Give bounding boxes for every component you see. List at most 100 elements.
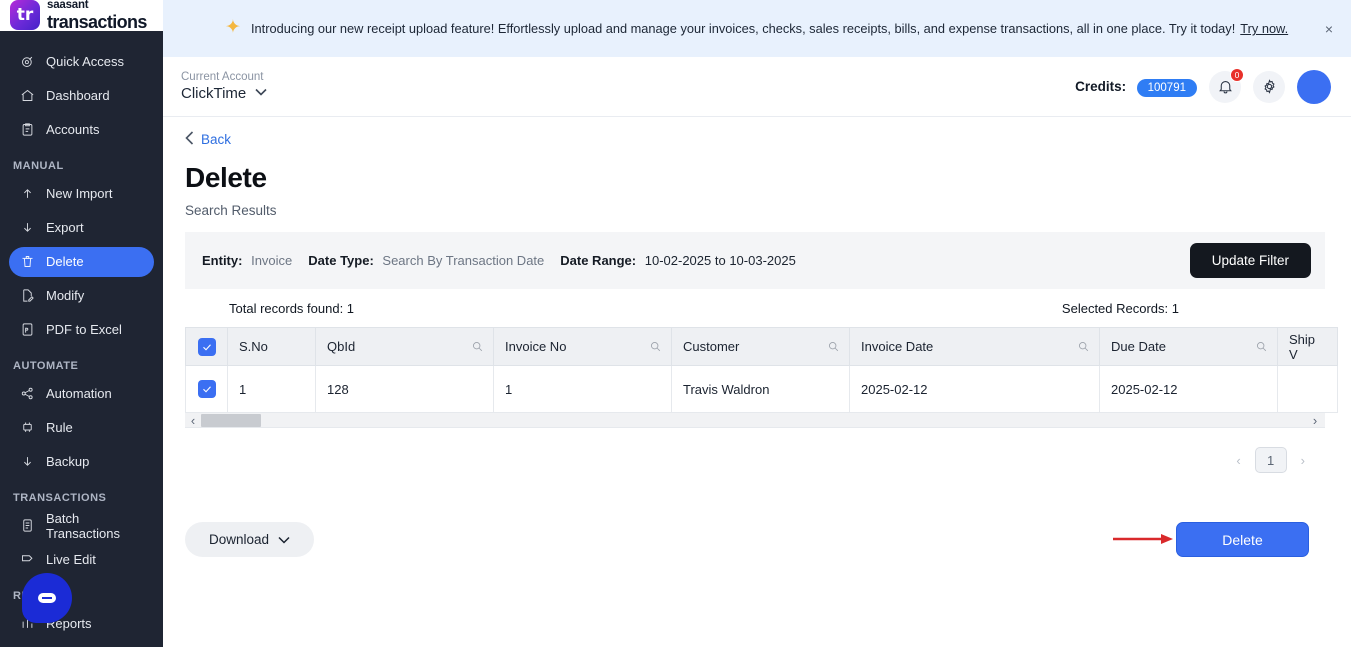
account-name-text: ClickTime: [181, 84, 247, 102]
chat-support-button[interactable]: [22, 573, 72, 623]
settings-button[interactable]: [1253, 70, 1285, 103]
sidebar: tr saasant transactions Quick Access Das…: [0, 0, 163, 647]
brand-text: saasant transactions: [47, 0, 147, 31]
table-header-row: S.No QbId Invoice No Customer Invoice Da…: [185, 327, 1338, 366]
table-horizontal-scrollbar[interactable]: ‹ ›: [185, 413, 1325, 428]
cell-due-date: 2025-02-12: [1099, 365, 1278, 413]
sidebar-item-pdf-to-excel[interactable]: PDF to Excel: [9, 315, 154, 345]
sidebar-item-export[interactable]: Export: [9, 213, 154, 243]
sidebar-item-batch-transactions[interactable]: Batch Transactions: [9, 511, 154, 541]
row-select-cell[interactable]: [185, 365, 228, 413]
clipboard-icon: [20, 122, 35, 137]
column-header-invoice-date[interactable]: Invoice Date: [849, 327, 1100, 366]
pencil-line-icon: [20, 552, 35, 567]
sidebar-item-live-edit[interactable]: Live Edit: [9, 545, 154, 575]
bell-icon: [1218, 81, 1232, 94]
column-header-ship-via[interactable]: Ship V: [1277, 327, 1338, 366]
pagination-next[interactable]: ›: [1297, 451, 1309, 470]
cell-customer: Travis Waldron: [671, 365, 850, 413]
column-label: QbId: [327, 339, 356, 354]
user-avatar[interactable]: [1297, 69, 1331, 104]
filter-date-type: Date Type: Search By Transaction Date: [308, 253, 544, 268]
sidebar-item-dashboard[interactable]: Dashboard: [9, 81, 154, 111]
sidebar-item-label: Dashboard: [46, 88, 110, 103]
pagination-page-1[interactable]: 1: [1254, 447, 1287, 473]
chat-icon: [38, 593, 56, 603]
sidebar-item-label: Export: [46, 220, 84, 235]
search-icon[interactable]: [1255, 340, 1268, 356]
column-label: Customer: [683, 339, 740, 354]
promo-try-now-link[interactable]: Try now.: [1240, 21, 1288, 36]
update-filter-button[interactable]: Update Filter: [1189, 243, 1311, 278]
back-button[interactable]: Back: [185, 131, 1325, 148]
column-label: Ship V: [1289, 331, 1316, 362]
scrollbar-thumb[interactable]: [201, 413, 261, 427]
search-icon[interactable]: [649, 340, 662, 356]
brand-name-bottom: transactions: [47, 11, 147, 32]
filter-entity: Entity: Invoice: [202, 253, 292, 268]
sidebar-item-automation[interactable]: Automation: [9, 379, 154, 409]
sidebar-item-rule[interactable]: Rule: [9, 413, 154, 443]
sidebar-item-label: PDF to Excel: [46, 322, 122, 337]
filter-entity-key: Entity:: [202, 253, 243, 268]
column-header-due-date[interactable]: Due Date: [1099, 327, 1278, 366]
sidebar-item-label: Live Edit: [46, 552, 96, 567]
filter-date-type-value: Search By Transaction Date: [382, 253, 545, 268]
download-button[interactable]: Download: [185, 522, 315, 557]
cell-ship-via: [1277, 365, 1338, 413]
column-label: Due Date: [1111, 339, 1166, 354]
sidebar-item-new-import[interactable]: New Import: [9, 179, 154, 209]
column-label: S.No: [239, 339, 268, 354]
cell-sno: 1: [227, 365, 316, 413]
select-all-checkbox[interactable]: [197, 337, 216, 356]
sidebar-item-modify[interactable]: Modify: [9, 281, 154, 311]
search-icon[interactable]: [827, 340, 840, 356]
filter-date-range: Date Range: 10-02-2025 to 10-03-2025: [560, 253, 796, 268]
credits-label: Credits:: [1075, 78, 1127, 94]
sidebar-item-account-summary[interactable]: Account Summary: [9, 643, 154, 647]
row-checkbox[interactable]: [197, 380, 216, 398]
current-account-value[interactable]: ClickTime: [181, 85, 267, 102]
close-icon[interactable]: ×: [1321, 21, 1337, 37]
results-table: S.No QbId Invoice No Customer Invoice Da…: [185, 327, 1338, 413]
scroll-left-arrow[interactable]: ‹: [185, 413, 201, 428]
download-icon: [20, 220, 35, 235]
page-content: Back Delete Search Results Entity: Invoi…: [163, 117, 1351, 647]
column-header-customer[interactable]: Customer: [671, 327, 850, 366]
search-icon[interactable]: [1077, 340, 1090, 356]
sidebar-item-label: New Import: [46, 186, 113, 201]
record-counts: Total records found: 1 Selected Records:…: [185, 289, 1325, 327]
sidebar-item-backup[interactable]: Backup: [9, 447, 154, 477]
table-row[interactable]: 1 128 1 Travis Waldron 2025-02-12 2025-0…: [185, 365, 1338, 413]
brand-name-top: saasant: [47, 0, 89, 11]
chevron-down-icon: [255, 87, 267, 99]
notifications-button[interactable]: 0: [1209, 67, 1244, 103]
column-header-qbid[interactable]: QbId: [315, 327, 494, 366]
credits-display: Credits: 100791: [1075, 78, 1197, 97]
sidebar-item-accounts[interactable]: Accounts: [9, 115, 154, 145]
results-table-wrapper: S.No QbId Invoice No Customer Invoice Da…: [185, 327, 1338, 428]
page-title: Delete: [185, 162, 267, 193]
document-icon: [20, 518, 35, 533]
sidebar-item-quick-access[interactable]: Quick Access: [9, 47, 154, 77]
check-icon: [202, 343, 211, 351]
pagination-prev[interactable]: ‹: [1232, 451, 1244, 470]
scroll-right-arrow[interactable]: ›: [1307, 413, 1323, 428]
annotation-arrow-icon: [1113, 534, 1173, 544]
column-header-invoice-no[interactable]: Invoice No: [493, 327, 672, 366]
chevron-down-icon: [278, 532, 290, 547]
download-icon: [20, 454, 35, 469]
brand-logo-area[interactable]: tr saasant transactions: [0, 0, 163, 31]
back-label: Back: [201, 132, 232, 147]
check-icon: [202, 386, 211, 393]
sidebar-item-label: Delete: [46, 254, 84, 269]
sidebar-item-delete[interactable]: Delete: [9, 246, 154, 277]
cell-qbid: 128: [315, 365, 494, 413]
filter-date-type-key: Date Type:: [308, 253, 374, 268]
select-all-header[interactable]: [185, 327, 228, 366]
column-header-sno[interactable]: S.No: [227, 327, 316, 366]
current-account-selector[interactable]: Current Account ClickTime: [181, 71, 267, 102]
credits-value: 100791: [1136, 78, 1197, 97]
delete-button[interactable]: Delete: [1176, 522, 1309, 557]
search-icon[interactable]: [471, 340, 484, 356]
